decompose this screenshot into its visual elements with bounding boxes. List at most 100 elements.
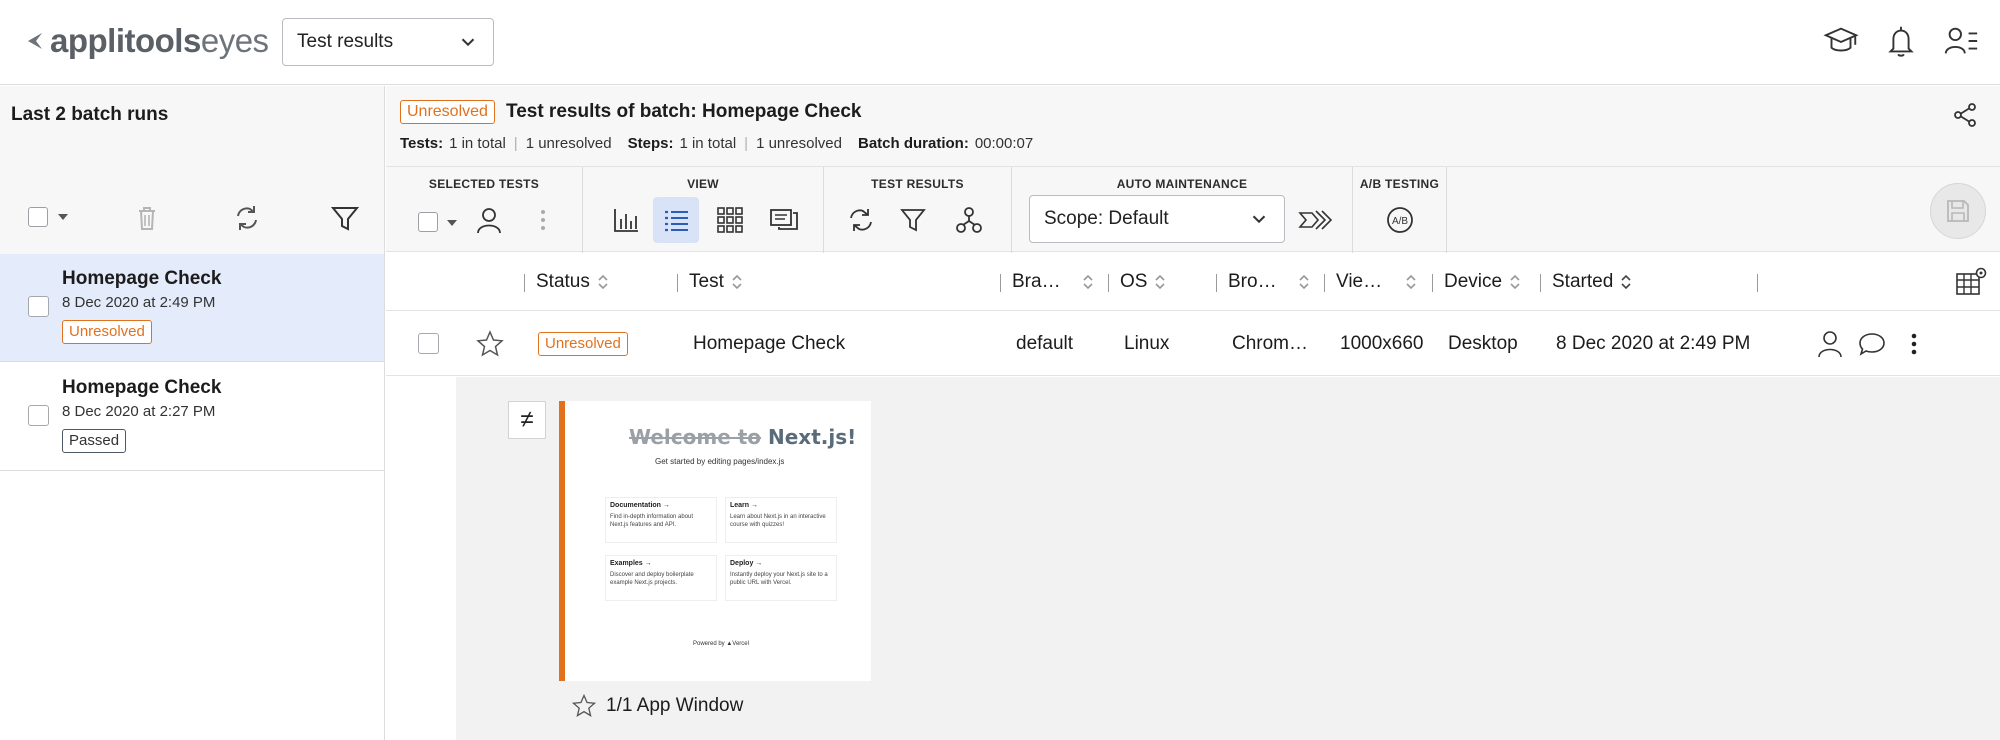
- column-header-viewport[interactable]: Vie…: [1324, 253, 1431, 311]
- star-icon[interactable]: [474, 328, 506, 360]
- select-tests-caret-icon[interactable]: [447, 220, 457, 226]
- column-header-device[interactable]: Device: [1432, 253, 1539, 311]
- more-vertical-icon[interactable]: [1898, 328, 1930, 360]
- batch-summary-header: Unresolved Test results of batch: Homepa…: [386, 86, 2000, 166]
- page-selector-dropdown[interactable]: Test results: [282, 18, 494, 66]
- select-all-batches-checkbox[interactable]: [28, 207, 48, 227]
- ab-testing-button[interactable]: A/B: [1377, 197, 1423, 243]
- batch-list-item[interactable]: Homepage Check 8 Dec 2020 at 2:49 PM Unr…: [0, 254, 384, 362]
- bell-icon[interactable]: [1882, 22, 1920, 60]
- card-description: Find in-depth information about Next.js …: [610, 514, 694, 528]
- scope-dropdown[interactable]: Scope: Default: [1029, 195, 1285, 243]
- steps-label: Steps:: [627, 135, 674, 152]
- test-name-cell[interactable]: Homepage Check: [693, 312, 845, 376]
- duration-value: 00:00:07: [974, 135, 1034, 152]
- step-detail-panel: ≠ Welcome to Next.js! Get started by edi…: [456, 377, 2000, 740]
- user-icon[interactable]: [1814, 328, 1846, 360]
- step-label[interactable]: 1/1 App Window: [570, 692, 743, 720]
- more-vertical-icon: [541, 210, 545, 230]
- selected-tests-section: SELECTED TESTS: [386, 167, 583, 253]
- column-header-started[interactable]: Started: [1540, 253, 1756, 311]
- view-section: VIEW: [583, 167, 824, 253]
- column-label: Bro…: [1228, 271, 1277, 292]
- card-title: Examples →: [610, 560, 652, 567]
- select-all-tests-checkbox[interactable]: [418, 212, 438, 232]
- refresh-icon: [850, 209, 872, 231]
- card-description: Instantly deploy your Next.js site to a …: [730, 572, 828, 586]
- batch-list-item[interactable]: Homepage Check 8 Dec 2020 at 2:27 PM Pas…: [0, 363, 384, 471]
- star-icon[interactable]: [570, 692, 598, 720]
- column-header-branch[interactable]: Bra…: [1000, 253, 1107, 311]
- batch-list-panel: Last 2 batch runs Homepage Check 8 Dec 2…: [0, 86, 385, 740]
- logo-brand-text: applitools: [50, 22, 201, 59]
- save-button[interactable]: [1930, 183, 1986, 239]
- refresh-results-button[interactable]: [838, 197, 884, 243]
- test-results-main: Unresolved Test results of batch: Homepa…: [386, 86, 2000, 740]
- group-by-button[interactable]: [946, 197, 992, 243]
- step-name: 1/1 App Window: [606, 695, 744, 716]
- chart-view-button[interactable]: [603, 197, 649, 243]
- table-row[interactable]: Unresolved Homepage Check default Linux …: [386, 312, 2000, 376]
- select-options-caret-icon[interactable]: [58, 214, 68, 220]
- tests-total: 1 in total: [449, 135, 506, 152]
- filter-icon[interactable]: [328, 201, 362, 235]
- delete-icon[interactable]: [130, 201, 164, 235]
- scope-value: Scope: Default: [1044, 208, 1169, 229]
- comment-icon[interactable]: [1856, 328, 1888, 360]
- details-view-button[interactable]: [761, 197, 807, 243]
- steps-stats: Steps: 1 in total | 1 unresolved: [627, 135, 842, 152]
- batch-checkbox[interactable]: [28, 405, 49, 426]
- tests-unresolved: 1 unresolved: [525, 135, 612, 152]
- sort-icon: [1299, 274, 1309, 290]
- list-view-button[interactable]: [653, 197, 699, 243]
- column-label: Status: [536, 271, 590, 292]
- column-label: OS: [1120, 271, 1148, 292]
- hierarchy-icon: [956, 207, 982, 233]
- card-title: Documentation →: [610, 502, 670, 509]
- tests-stats: Tests: 1 in total | 1 unresolved: [400, 135, 612, 152]
- batch-stats: Tests: 1 in total | 1 unresolved Steps: 1 in…: [400, 135, 1049, 152]
- save-icon: [1947, 200, 1969, 222]
- steps-unresolved: 1 unresolved: [756, 135, 842, 152]
- sort-icon: [598, 274, 608, 290]
- card-title: Learn →: [730, 502, 759, 509]
- results-toolbar: SELECTED TESTS VIEW TEST RESULTS AUTO MA…: [386, 166, 2000, 253]
- more-actions-button[interactable]: [520, 197, 566, 243]
- ab-testing-label: A/B TESTING: [1359, 177, 1440, 191]
- os-cell: Linux: [1124, 333, 1170, 354]
- table-settings-icon[interactable]: [1954, 265, 1988, 299]
- row-checkbox[interactable]: [418, 333, 439, 354]
- column-header-browser[interactable]: Bro…: [1216, 253, 1323, 311]
- applitools-logo[interactable]: applitools eyes: [22, 22, 269, 60]
- column-label: Device: [1444, 271, 1503, 292]
- batch-date: 8 Dec 2020 at 2:27 PM: [62, 403, 216, 420]
- user-icon: [477, 208, 501, 234]
- sort-icon: [1510, 274, 1520, 290]
- batch-status-badge: Unresolved: [400, 100, 495, 124]
- thumbnail-card: Deploy → Instantly deploy your Next.js s…: [725, 555, 837, 601]
- assign-user-button[interactable]: [466, 197, 512, 243]
- column-label: Test: [689, 271, 724, 292]
- steps-total: 1 in total: [679, 135, 737, 152]
- list-icon: [665, 210, 688, 232]
- apply-maintenance-button[interactable]: [1295, 197, 1341, 243]
- refresh-icon[interactable]: [230, 201, 264, 235]
- share-icon[interactable]: [1952, 102, 1978, 128]
- step-thumbnail[interactable]: Welcome to Next.js! Get started by editi…: [559, 401, 871, 681]
- status-badge: Unresolved: [62, 320, 152, 344]
- card-description: Learn about Next.js in an interactive co…: [730, 514, 826, 528]
- test-results-section: TEST RESULTS: [824, 167, 1012, 253]
- user-settings-icon[interactable]: [1942, 22, 1980, 60]
- column-label: Vie…: [1336, 271, 1383, 292]
- graduation-cap-icon[interactable]: [1822, 22, 1860, 60]
- diff-toggle-button[interactable]: ≠: [508, 401, 546, 439]
- grid-view-button[interactable]: [707, 197, 753, 243]
- selected-tests-label: SELECTED TESTS: [428, 177, 540, 191]
- filter-results-button[interactable]: [890, 197, 936, 243]
- column-header-test[interactable]: Test: [677, 253, 999, 311]
- batch-checkbox[interactable]: [28, 296, 49, 317]
- sort-icon: [1155, 274, 1166, 290]
- column-header-os[interactable]: OS: [1108, 253, 1215, 311]
- column-header-status[interactable]: Status: [524, 253, 676, 311]
- chevron-down-icon: [461, 38, 475, 47]
